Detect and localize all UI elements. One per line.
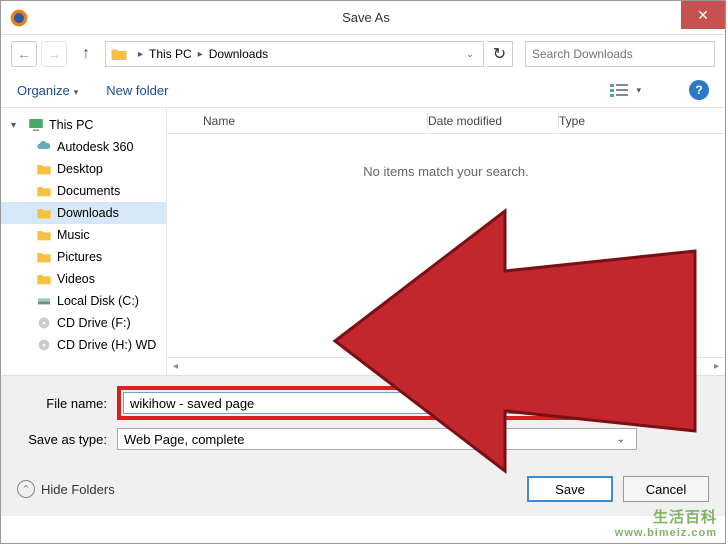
tree-collapse-icon[interactable]: ▾	[11, 120, 23, 131]
sidebar-item-label: Local Disk (C:)	[57, 294, 139, 308]
navigation-bar: ← → ↑ ▸ This PC ▸ Downloads ⌄ ↻	[1, 35, 725, 73]
empty-list-message: No items match your search.	[167, 134, 725, 179]
sidebar-item-label: Autodesk 360	[57, 140, 133, 154]
chevron-down-icon: ▾	[74, 87, 79, 97]
cd-icon	[35, 336, 53, 354]
column-headers: Name Date modified Type	[167, 108, 725, 134]
cloud-icon	[35, 138, 53, 156]
folder-icon	[35, 182, 53, 200]
hide-folders-toggle[interactable]: ⌃ Hide Folders	[17, 480, 115, 498]
view-options-button[interactable]: ▾	[605, 80, 645, 100]
sidebar-item-desktop[interactable]: Desktop	[1, 158, 166, 180]
sidebar-item-label: Pictures	[57, 250, 102, 264]
sidebar-item-downloads[interactable]: Downloads	[1, 202, 166, 224]
chevron-down-icon: ⌄	[612, 434, 630, 445]
sidebar-root-label: This PC	[49, 118, 93, 132]
filename-highlight-box	[117, 386, 637, 420]
nav-back-button[interactable]: ←	[11, 41, 37, 67]
sidebar-item-videos[interactable]: Videos	[1, 268, 166, 290]
folder-icon	[35, 270, 53, 288]
save-as-dialog: Save As ✕ ← → ↑ ▸ This PC ▸ Downloads ⌄ …	[0, 0, 726, 544]
disk-icon	[35, 292, 53, 310]
firefox-icon	[9, 8, 29, 28]
pc-icon	[27, 116, 45, 134]
column-type[interactable]: Type	[559, 114, 725, 128]
column-date[interactable]: Date modified	[428, 114, 558, 128]
close-icon: ✕	[697, 7, 709, 24]
window-title: Save As	[37, 10, 695, 25]
sidebar-item-cd-drive-f[interactable]: CD Drive (F:)	[1, 312, 166, 334]
column-name[interactable]: Name	[167, 114, 427, 128]
sidebar-item-label: CD Drive (F:)	[57, 316, 131, 330]
sidebar-item-autodesk[interactable]: Autodesk 360	[1, 136, 166, 158]
save-as-type-value: Web Page, complete	[124, 432, 244, 447]
sidebar-item-label: Music	[57, 228, 90, 242]
search-input[interactable]	[525, 41, 715, 67]
sidebar-item-label: Downloads	[57, 206, 119, 220]
filename-label: File name:	[17, 396, 117, 411]
titlebar: Save As ✕	[1, 1, 725, 35]
list-view-icon	[609, 82, 629, 98]
horizontal-scrollbar[interactable]: ◂▸	[167, 357, 725, 375]
folder-icon	[35, 160, 53, 178]
sidebar-root-this-pc[interactable]: ▾ This PC	[1, 114, 166, 136]
chevron-up-icon: ⌃	[17, 480, 35, 498]
new-folder-button[interactable]: New folder	[106, 83, 168, 98]
sidebar-item-music[interactable]: Music	[1, 224, 166, 246]
refresh-button[interactable]: ↻	[487, 41, 513, 67]
help-button[interactable]: ?	[689, 80, 709, 100]
sidebar-tree: ▾ This PC Autodesk 360 Desktop Documents…	[1, 108, 167, 375]
filename-input[interactable]	[123, 392, 631, 414]
cd-icon	[35, 314, 53, 332]
organize-menu[interactable]: Organize▾	[17, 83, 78, 98]
sidebar-item-local-disk-c[interactable]: Local Disk (C:)	[1, 290, 166, 312]
chevron-right-icon: ▸	[134, 49, 147, 60]
close-button[interactable]: ✕	[681, 1, 725, 29]
sidebar-item-label: Documents	[57, 184, 120, 198]
breadcrumb-dropdown-button[interactable]: ⌄	[461, 41, 479, 67]
sidebar-item-label: Desktop	[57, 162, 103, 176]
nav-up-button[interactable]: ↑	[75, 43, 97, 65]
save-as-type-select[interactable]: Web Page, complete ⌄	[117, 428, 637, 450]
sidebar-item-documents[interactable]: Documents	[1, 180, 166, 202]
save-fields-panel: File name: ⌄ Save as type: Web Page, com…	[1, 375, 725, 468]
folder-icon	[35, 204, 53, 222]
sidebar-item-label: CD Drive (H:) WD	[57, 338, 156, 352]
watermark: 生活百科 www.bimeiz.com	[615, 506, 717, 539]
content-area: ▾ This PC Autodesk 360 Desktop Documents…	[1, 107, 725, 375]
nav-forward-button[interactable]: →	[41, 41, 67, 67]
chevron-down-icon: ▾	[636, 85, 641, 96]
file-list: Name Date modified Type No items match y…	[167, 108, 725, 375]
sidebar-item-cd-drive-h[interactable]: CD Drive (H:) WD	[1, 334, 166, 356]
breadcrumb[interactable]: ▸ This PC ▸ Downloads ⌄	[105, 41, 484, 67]
chevron-right-icon: ▸	[194, 49, 207, 60]
sidebar-item-label: Videos	[57, 272, 95, 286]
cancel-button[interactable]: Cancel	[623, 476, 709, 502]
breadcrumb-segment[interactable]: Downloads	[209, 47, 268, 61]
save-button[interactable]: Save	[527, 476, 613, 502]
sidebar-item-pictures[interactable]: Pictures	[1, 246, 166, 268]
folder-icon	[35, 226, 53, 244]
breadcrumb-segment[interactable]: This PC	[149, 47, 192, 61]
save-as-type-label: Save as type:	[17, 432, 117, 447]
folder-icon	[35, 248, 53, 266]
folder-icon	[110, 45, 128, 63]
toolbar: Organize▾ New folder ▾ ?	[1, 73, 725, 107]
filename-dropdown-button[interactable]: ⌄	[637, 398, 661, 409]
